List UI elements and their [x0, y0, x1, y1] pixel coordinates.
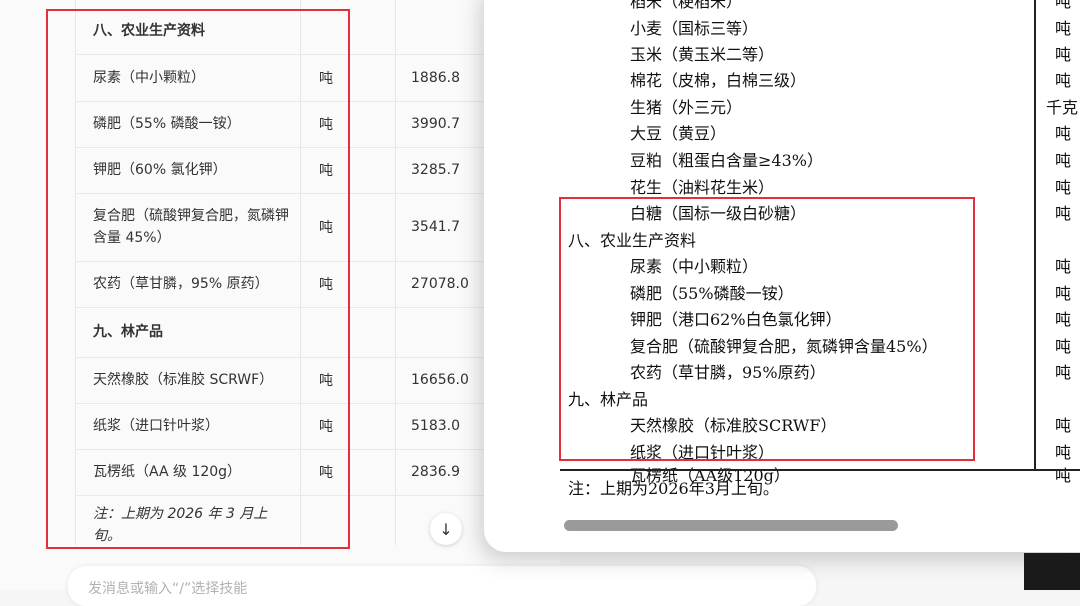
doc-line: 小麦（国标三等） — [630, 19, 759, 38]
doc-unit: 吨 — [1055, 178, 1072, 197]
doc-unit: 吨 — [1055, 124, 1072, 143]
doc-unit: 吨 — [1055, 443, 1072, 462]
dark-corner — [1024, 553, 1080, 590]
highlight-box-right — [559, 197, 975, 461]
scroll-down-button[interactable]: ↓ — [430, 513, 462, 545]
item-value: 2836.9 — [411, 464, 460, 480]
doc-unit: 千克 — [1046, 98, 1079, 117]
item-value: 3285.7 — [411, 162, 460, 178]
message-input[interactable]: 发消息或输入“/”选择技能 — [68, 566, 816, 606]
table-bottom-rule — [560, 469, 1080, 471]
doc-unit: 吨 — [1055, 466, 1072, 485]
item-value: 3541.7 — [411, 219, 460, 235]
doc-unit: 吨 — [1055, 45, 1072, 64]
doc-unit: 吨 — [1055, 337, 1072, 356]
doc-line: 豆粕（粗蛋白含量≥43%） — [630, 151, 823, 170]
table-column-line — [1034, 0, 1036, 470]
item-value: 16656.0 — [411, 372, 469, 388]
doc-line: 生猪（外三元） — [630, 98, 743, 117]
doc-unit: 吨 — [1055, 71, 1072, 90]
doc-line: 玉米（黄玉米二等） — [630, 45, 775, 64]
document-page: 稻米（粳稻米） 吨 小麦（国标三等） 吨 玉米（黄玉米二等） 吨 棉花（皮棉，白… — [484, 0, 1080, 552]
doc-unit: 吨 — [1055, 284, 1072, 303]
doc-unit: 吨 — [1055, 416, 1072, 435]
chat-panel: 八、农业生产资料 尿素（中小颗粒） 吨 1886.8 磷肥（55% 磷酸一铵） … — [0, 0, 816, 606]
item-value: 27078.0 — [411, 276, 469, 292]
doc-unit: 吨 — [1055, 310, 1072, 329]
doc-unit: 吨 — [1055, 151, 1072, 170]
doc-line: 稻米（粳稻米） — [630, 0, 743, 11]
doc-note: 注：上期为2026年3月上旬。 — [568, 479, 779, 498]
arrow-down-icon: ↓ — [439, 519, 453, 539]
item-value: 5183.0 — [411, 418, 460, 434]
item-value: 1886.8 — [411, 70, 460, 86]
doc-unit: 吨 — [1055, 363, 1072, 382]
doc-line: 花生（油料花生米） — [630, 178, 775, 197]
doc-unit: 吨 — [1055, 204, 1072, 223]
highlight-box-left — [46, 9, 350, 549]
doc-unit: 吨 — [1055, 19, 1072, 38]
item-value: 3990.7 — [411, 116, 460, 132]
message-input-placeholder: 发消息或输入“/”选择技能 — [88, 581, 248, 597]
doc-unit: 吨 — [1055, 0, 1072, 11]
doc-line: 大豆（黄豆） — [630, 124, 727, 143]
doc-unit: 吨 — [1055, 257, 1072, 276]
document-preview-panel[interactable]: 稻米（粳稻米） 吨 小麦（国标三等） 吨 玉米（黄玉米二等） 吨 棉花（皮棉，白… — [484, 0, 1080, 552]
doc-line: 棉花（皮棉，白棉三级） — [630, 71, 807, 90]
horizontal-scrollbar[interactable] — [564, 520, 898, 531]
